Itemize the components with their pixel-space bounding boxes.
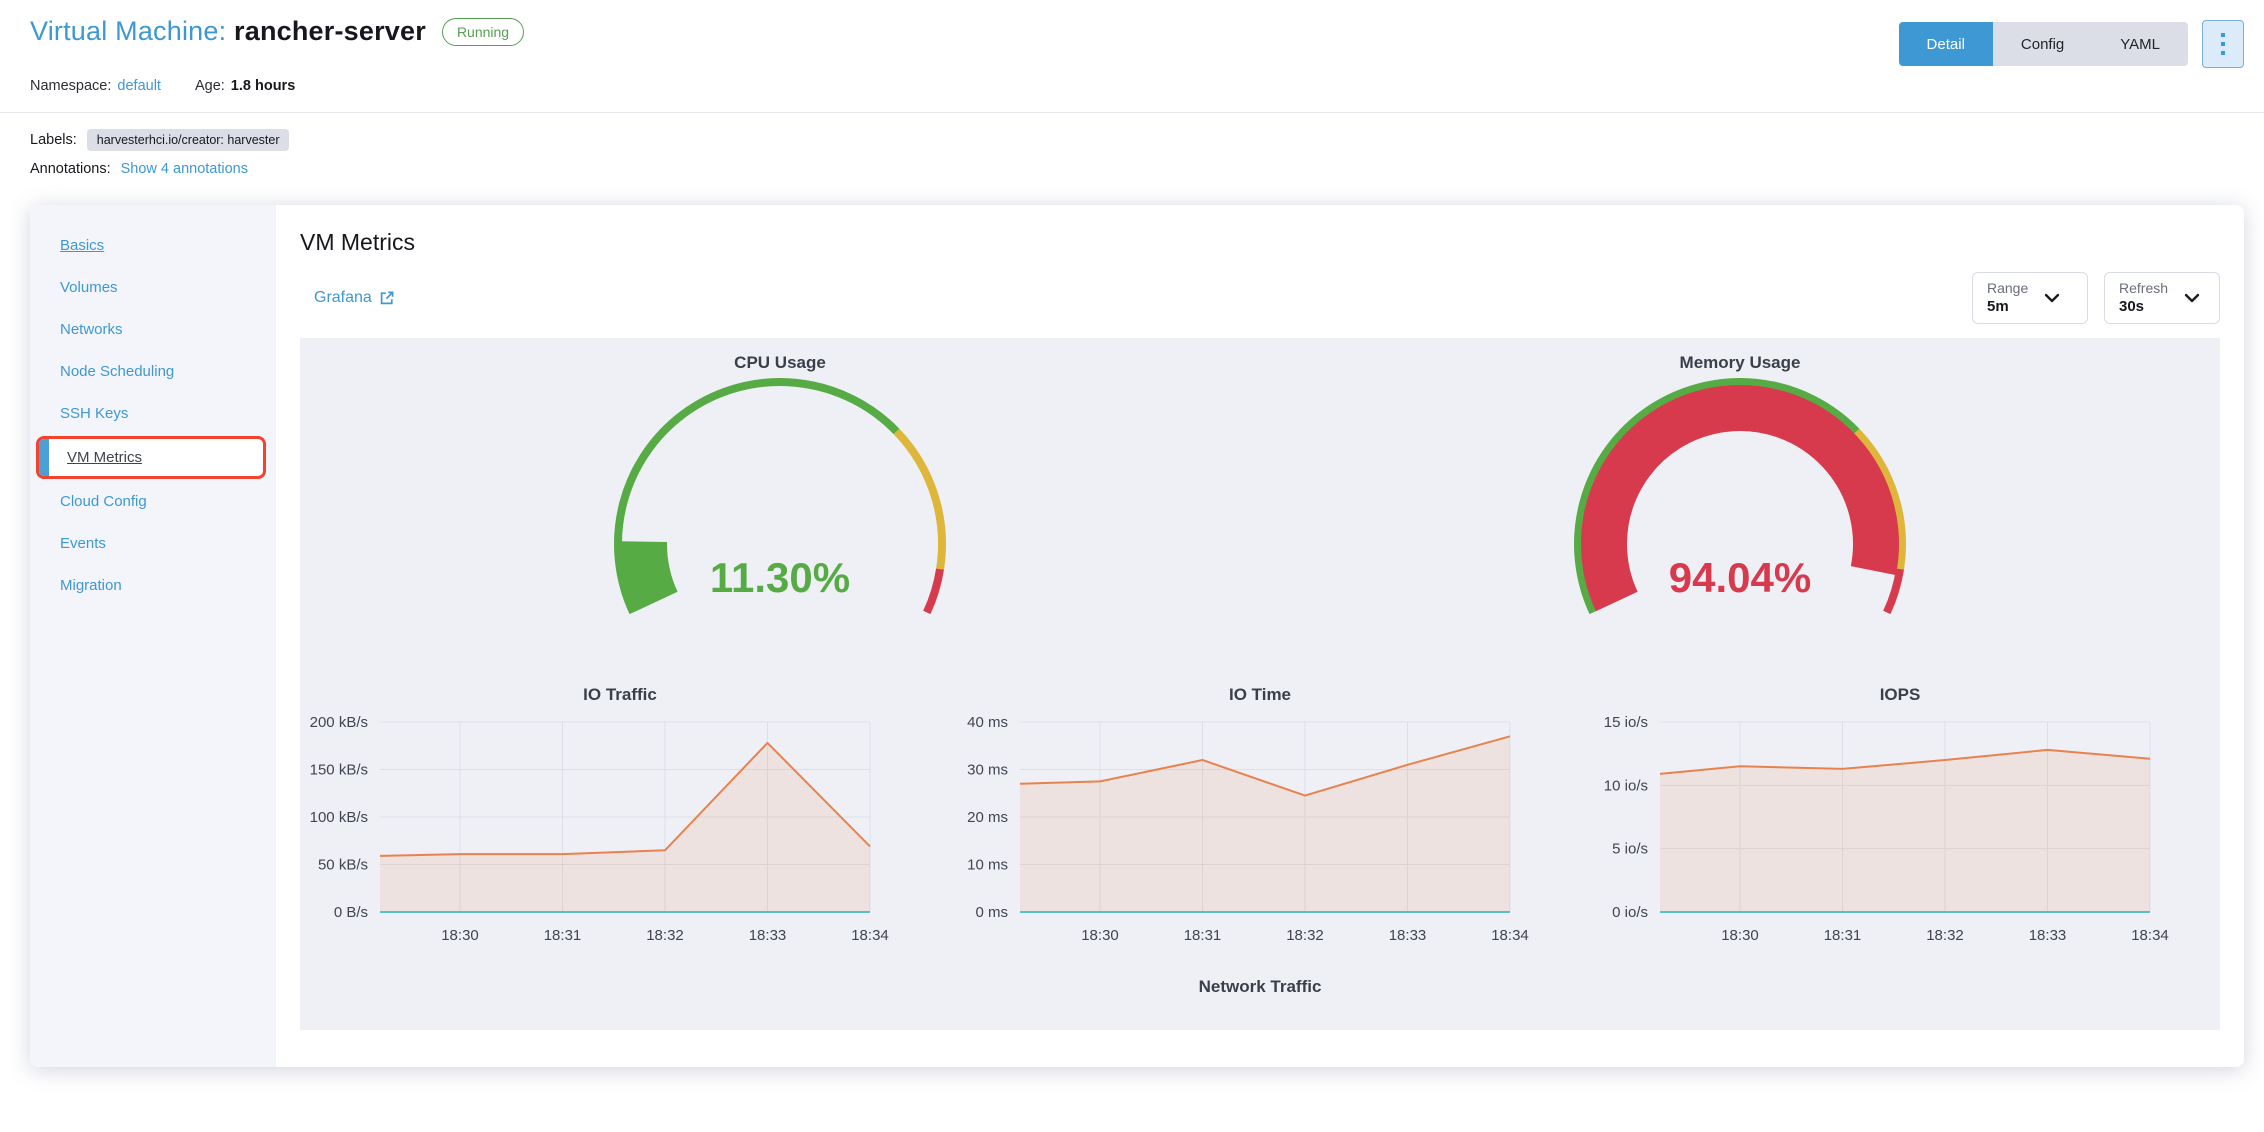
namespace-label: Namespace: — [30, 78, 112, 94]
range-select-label: Range — [1987, 280, 2029, 296]
range-select-value: 5m — [1987, 298, 2009, 315]
tab-config[interactable]: Config — [1992, 22, 2093, 66]
line-charts-row: IO Traffic 0 B/s 50 kB/s 100 kB/s 150 kB/s 20… — [300, 684, 2220, 960]
svg-text:18:34: 18:34 — [2131, 927, 2169, 944]
header-divider — [0, 112, 2264, 113]
status-badge: Running — [441, 17, 525, 46]
kebab-icon — [2221, 33, 2225, 55]
svg-text:0 ms: 0 ms — [975, 904, 1008, 921]
refresh-select-label: Refresh — [2119, 280, 2169, 296]
detail-sidebar: Basics Volumes Networks Node Scheduling … — [30, 205, 276, 1067]
sidebar-item-ssh-keys[interactable]: SSH Keys — [40, 393, 266, 434]
chart-title: IO Time — [1228, 685, 1292, 704]
actions-menu-button[interactable] — [2202, 20, 2244, 68]
svg-text:15 io/s: 15 io/s — [1604, 714, 1648, 731]
refresh-select[interactable]: Refresh 30s — [2104, 272, 2220, 324]
grafana-link-label: Grafana — [314, 289, 372, 306]
svg-text:18:32: 18:32 — [1286, 927, 1324, 944]
svg-text:30 ms: 30 ms — [967, 762, 1008, 779]
io-traffic-chart: IO Traffic 0 B/s 50 kB/s 100 kB/s 150 kB/s 20… — [300, 684, 940, 960]
chart-title: Memory Usage — [1679, 353, 1801, 372]
age-value: 1.8 hours — [230, 78, 296, 94]
memory-usage-gauge: Memory Usage 94.04% — [1260, 352, 2220, 678]
chart-title: IOPS — [1879, 685, 1921, 704]
svg-text:18:30: 18:30 — [441, 927, 479, 944]
range-select[interactable]: Range 5m — [1972, 272, 2088, 324]
page-title: Virtual Machine: rancher-server — [30, 16, 426, 47]
chevron-down-icon — [2184, 293, 2200, 303]
grafana-link[interactable]: Grafana — [314, 289, 395, 307]
svg-text:10 io/s: 10 io/s — [1604, 777, 1648, 794]
vm-detail-card: Basics Volumes Networks Node Scheduling … — [30, 205, 2244, 1067]
svg-text:40 ms: 40 ms — [967, 714, 1008, 731]
svg-text:94.04%: 94.04% — [1669, 554, 1811, 601]
chart-title: IO Traffic — [583, 685, 657, 704]
section-title: VM Metrics — [300, 229, 415, 255]
tab-yaml[interactable]: YAML — [2092, 22, 2188, 66]
svg-text:18:31: 18:31 — [544, 927, 582, 944]
external-link-icon — [380, 291, 394, 305]
sidebar-item-vm-metrics[interactable]: VM Metrics — [36, 436, 266, 479]
svg-text:20 ms: 20 ms — [967, 809, 1008, 826]
svg-text:18:32: 18:32 — [1926, 927, 1964, 944]
show-annotations-link[interactable]: Show 4 annotations — [121, 161, 248, 177]
sidebar-item-basics[interactable]: Basics — [40, 225, 266, 266]
svg-text:18:34: 18:34 — [1491, 927, 1529, 944]
svg-text:0 B/s: 0 B/s — [334, 904, 368, 921]
vm-name: rancher-server — [234, 16, 426, 46]
chart-title: CPU Usage — [734, 353, 826, 372]
sidebar-item-migration[interactable]: Migration — [40, 565, 266, 606]
svg-text:18:32: 18:32 — [646, 927, 684, 944]
metrics-panel: CPU Usage 11.30% Memory Usage 94.04% IO Tr… — [300, 338, 2220, 1030]
svg-text:18:31: 18:31 — [1184, 927, 1222, 944]
page-title-prefix: Virtual Machine: — [30, 16, 227, 46]
svg-text:10 ms: 10 ms — [967, 857, 1008, 874]
namespace-link[interactable]: default — [117, 78, 161, 94]
labels-label: Labels: — [30, 132, 77, 148]
label-badge: harvesterhci.io/creator: harvester — [86, 129, 290, 151]
svg-text:18:33: 18:33 — [1389, 927, 1427, 944]
sidebar-item-cloud-config[interactable]: Cloud Config — [40, 481, 266, 522]
network-traffic-title: Network Traffic — [1198, 977, 1322, 996]
svg-text:18:30: 18:30 — [1721, 927, 1759, 944]
sidebar-item-node-scheduling[interactable]: Node Scheduling — [40, 351, 266, 392]
svg-text:18:34: 18:34 — [851, 927, 889, 944]
svg-text:11.30%: 11.30% — [710, 554, 850, 601]
svg-text:5 io/s: 5 io/s — [1612, 841, 1648, 858]
sidebar-item-networks[interactable]: Networks — [40, 309, 266, 350]
tab-detail[interactable]: Detail — [1898, 22, 1993, 66]
svg-text:50 kB/s: 50 kB/s — [318, 857, 368, 874]
annotations-label: Annotations: — [30, 161, 111, 177]
sidebar-item-volumes[interactable]: Volumes — [40, 267, 266, 308]
svg-text:18:33: 18:33 — [749, 927, 787, 944]
svg-text:18:30: 18:30 — [1081, 927, 1119, 944]
svg-text:0 io/s: 0 io/s — [1612, 904, 1648, 921]
svg-text:100 kB/s: 100 kB/s — [310, 809, 368, 826]
refresh-select-value: 30s — [2119, 298, 2145, 315]
io-time-chart: IO Time 0 ms 10 ms 20 ms 30 ms 40 ms 18:30 18:3… — [940, 684, 1580, 960]
page-header: Virtual Machine: rancher-server Running … — [0, 0, 2264, 177]
vm-metrics-content: VM Metrics Grafana Range 5m Refresh 30s … — [276, 205, 2244, 1067]
chevron-down-icon — [2045, 293, 2060, 303]
view-tab-group: Detail Config YAML — [1898, 22, 2188, 66]
age-label: Age: — [194, 78, 225, 94]
svg-text:200 kB/s: 200 kB/s — [310, 714, 368, 731]
svg-text:150 kB/s: 150 kB/s — [310, 762, 368, 779]
svg-text:18:33: 18:33 — [2029, 927, 2067, 944]
svg-text:18:31: 18:31 — [1824, 927, 1862, 944]
sidebar-item-events[interactable]: Events — [40, 523, 266, 564]
gauges-row: CPU Usage 11.30% Memory Usage 94.04% — [300, 338, 2220, 678]
iops-chart: IOPS 0 io/s 5 io/s 10 io/s 15 io/s 18:30 18:31… — [1580, 684, 2220, 960]
cpu-usage-gauge: CPU Usage 11.30% — [300, 352, 1260, 678]
